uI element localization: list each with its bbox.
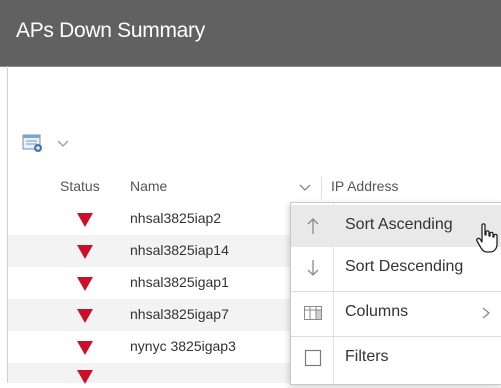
column-menu-trigger-icon[interactable]: [298, 180, 312, 194]
menu-item-label: Filters: [345, 348, 389, 365]
chevron-right-icon: [481, 306, 491, 320]
grid-header: Status Name IP Address: [8, 171, 501, 203]
columns-icon: [303, 303, 323, 323]
menu-item-sort-descending[interactable]: Sort Descending: [291, 247, 501, 289]
cell-name: nhsal3825iap14: [130, 242, 229, 258]
status-down-icon: [76, 244, 94, 260]
panel-header: APs Down Summary: [0, 0, 501, 67]
grid-toolbar: [22, 132, 70, 154]
column-separator: [321, 177, 322, 199]
menu-item-columns[interactable]: Columns: [291, 292, 501, 334]
cell-name: nhsal3825iap2: [130, 210, 222, 226]
chevron-down-icon[interactable]: [56, 136, 70, 150]
arrow-down-icon: [303, 258, 323, 278]
menu-item-label: Sort Descending: [345, 258, 464, 275]
status-down-icon: [76, 308, 94, 324]
cell-name: nhsal3825igap7: [130, 306, 229, 322]
column-header-ip-address[interactable]: IP Address: [331, 178, 398, 194]
export-report-icon[interactable]: [22, 133, 44, 153]
menu-item-filters[interactable]: Filters: [291, 337, 501, 379]
arrow-up-icon: [303, 216, 323, 236]
status-down-icon: [76, 212, 94, 228]
cell-name: nhsal3825igap1: [130, 274, 229, 290]
column-header-name[interactable]: Name: [130, 178, 167, 194]
cell-name: nynyc 3825igap3: [130, 338, 236, 354]
menu-item-label: Sort Ascending: [345, 216, 453, 233]
menu-item-label: Columns: [345, 303, 409, 320]
menu-item-sort-ascending[interactable]: Sort Ascending: [291, 205, 501, 247]
status-down-icon: [76, 340, 94, 356]
panel-title: APs Down Summary: [16, 19, 205, 42]
checkbox-icon: [303, 348, 323, 368]
column-header-status[interactable]: Status: [60, 178, 100, 194]
status-down-icon: [76, 276, 94, 292]
hand-pointer-cursor-icon: [474, 222, 500, 256]
column-header-menu: Sort Ascending Sort Descending Columns F…: [290, 202, 501, 385]
